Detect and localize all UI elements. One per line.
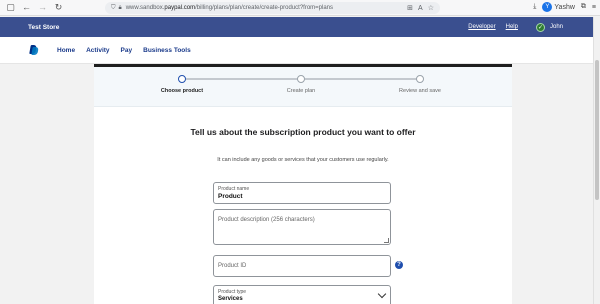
- profile-name: Yashw: [554, 3, 575, 11]
- developer-link[interactable]: Developer: [468, 24, 495, 30]
- user-name: John: [549, 24, 563, 30]
- translate-icon[interactable]: A: [418, 5, 423, 12]
- forward-icon[interactable]: →: [37, 2, 48, 13]
- step-dot-choose-product: [178, 75, 186, 83]
- download-icon[interactable]: ⤓: [533, 3, 536, 11]
- main-nav: Home Activity Pay Business Tools: [0, 37, 593, 64]
- step-connector: [305, 78, 420, 80]
- url-path: /billing/plans/plan/create/create-produc…: [195, 5, 334, 11]
- product-type-label: Product type: [218, 289, 247, 295]
- step-label-review-save: Review and save: [399, 88, 441, 94]
- progress-stepper: Choose product Create plan Review and sa…: [94, 67, 512, 107]
- step-connector: [186, 78, 301, 80]
- product-name-field[interactable]: Product name Product: [213, 182, 391, 204]
- scrollbar-thumb[interactable]: [595, 60, 599, 200]
- product-name-label: Product name: [218, 186, 250, 192]
- product-id-field[interactable]: Product ID: [213, 255, 391, 277]
- verified-check-icon: ✓: [535, 22, 545, 32]
- star-icon[interactable]: ☆: [428, 4, 434, 12]
- lock-icon: 🔒︎: [118, 4, 122, 11]
- step-label-choose-product: Choose product: [160, 88, 204, 94]
- step-label-create-plan: Create plan: [286, 88, 316, 94]
- sidebar-toggle-icon[interactable]: ▢: [5, 2, 16, 13]
- extensions-icon[interactable]: ⧉: [581, 3, 586, 11]
- paypal-logo-icon[interactable]: [29, 45, 39, 55]
- sandbox-header: Test Store Developer Help ✓ John: [0, 17, 593, 37]
- nav-item-activity[interactable]: Activity: [86, 47, 109, 54]
- nav-item-home[interactable]: Home: [57, 47, 75, 54]
- resize-handle-icon[interactable]: [384, 238, 389, 243]
- reload-icon[interactable]: ↻: [53, 2, 64, 13]
- browser-right-controls: ⤓ Y Yashw ⧉ ≡: [533, 2, 596, 12]
- help-icon[interactable]: ?: [395, 261, 403, 269]
- address-bar[interactable]: ⛉ 🔒︎ www.sandbox. paypal.com/billing/plan…: [105, 2, 440, 14]
- url-prefix: www.sandbox.: [125, 5, 165, 11]
- product-id-placeholder: Product ID: [218, 263, 247, 269]
- back-icon[interactable]: ←: [21, 2, 32, 13]
- product-name-value: Product: [218, 193, 243, 200]
- user-menu[interactable]: ✓ John: [535, 22, 563, 32]
- product-description-placeholder: Product description (256 characters): [218, 217, 315, 223]
- grid-icon[interactable]: ⊞: [407, 4, 413, 12]
- nav-item-business-tools[interactable]: Business Tools: [143, 47, 191, 54]
- product-type-value: Services: [218, 296, 243, 302]
- chevron-down-icon: [377, 289, 387, 299]
- step-dot-review-save: [416, 75, 424, 83]
- help-link[interactable]: Help: [506, 24, 518, 30]
- menu-icon[interactable]: ≡: [592, 4, 596, 11]
- page-title: Tell us about the subscription product y…: [190, 127, 416, 137]
- profile-button[interactable]: Y Yashw: [542, 2, 575, 12]
- store-name: Test Store: [28, 23, 60, 31]
- product-description-field[interactable]: Product description (256 characters): [213, 209, 391, 245]
- nav-item-pay[interactable]: Pay: [121, 47, 133, 54]
- url-domain: paypal.com: [164, 5, 196, 11]
- shield-icon: ⛉: [111, 4, 116, 11]
- step-dot-create-plan: [297, 75, 305, 83]
- product-type-select[interactable]: Product type Services: [213, 285, 391, 304]
- profile-avatar: Y: [542, 2, 553, 12]
- page-subtitle: It can include any goods or services tha…: [217, 157, 389, 163]
